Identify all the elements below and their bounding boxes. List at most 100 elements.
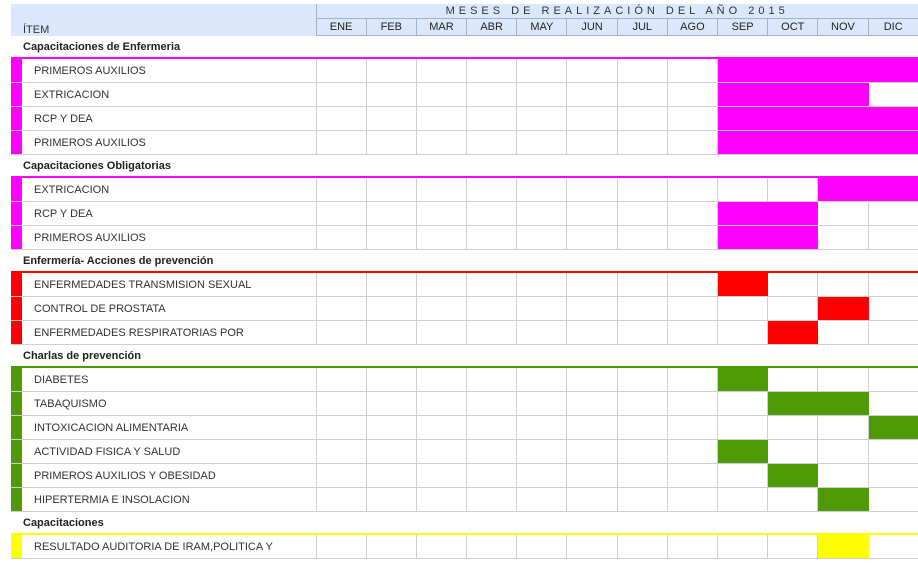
scheduled-cell-nov[interactable] [817,296,869,321]
month-cell-feb[interactable] [366,296,417,321]
month-cell-jul[interactable] [617,320,668,345]
month-cell-may[interactable] [516,177,568,202]
scheduled-cell-oct[interactable] [767,320,819,345]
month-cell-may[interactable] [516,463,568,488]
month-cell-ene[interactable] [316,201,367,226]
scheduled-cell-dic[interactable] [868,415,918,440]
month-cell-jul[interactable] [617,82,668,107]
month-cell-ago[interactable] [667,367,719,392]
month-cell-feb[interactable] [366,177,417,202]
scheduled-cell-nov[interactable] [817,391,869,416]
scheduled-cell-nov[interactable] [817,82,869,107]
month-cell-ago[interactable] [667,463,719,488]
scheduled-cell-dic[interactable] [868,58,918,83]
month-cell-ene[interactable] [316,130,367,155]
month-cell-jul[interactable] [617,272,668,297]
month-cell-oct[interactable] [767,415,819,440]
month-cell-mar[interactable] [416,106,468,131]
month-cell-ago[interactable] [667,272,719,297]
scheduled-cell-dic[interactable] [868,106,918,131]
month-cell-may[interactable] [516,320,568,345]
month-cell-oct[interactable] [767,487,819,512]
month-cell-jun[interactable] [566,106,618,131]
scheduled-cell-oct[interactable] [767,106,819,131]
month-cell-jul[interactable] [617,177,668,202]
month-cell-mar[interactable] [416,296,468,321]
month-cell-oct[interactable] [767,272,819,297]
month-cell-oct[interactable] [767,439,819,464]
month-cell-jul[interactable] [617,130,668,155]
month-cell-abr[interactable] [466,130,518,155]
month-cell-ago[interactable] [667,201,719,226]
month-cell-nov[interactable] [817,463,869,488]
month-cell-dic[interactable] [868,201,918,226]
month-cell-ago[interactable] [667,487,719,512]
month-cell-jun[interactable] [566,320,618,345]
month-cell-jul[interactable] [617,106,668,131]
month-cell-ene[interactable] [316,463,367,488]
month-cell-jun[interactable] [566,439,618,464]
month-cell-mar[interactable] [416,58,468,83]
month-cell-ago[interactable] [667,225,719,250]
month-cell-abr[interactable] [466,58,518,83]
month-cell-oct[interactable] [767,367,819,392]
month-cell-ago[interactable] [667,82,719,107]
month-cell-nov[interactable] [817,439,869,464]
month-cell-jun[interactable] [566,391,618,416]
month-cell-oct[interactable] [767,534,819,559]
month-cell-mar[interactable] [416,463,468,488]
month-cell-jun[interactable] [566,296,618,321]
month-cell-abr[interactable] [466,320,518,345]
month-cell-may[interactable] [516,296,568,321]
month-cell-jul[interactable] [617,201,668,226]
scheduled-cell-sep[interactable] [717,367,769,392]
month-cell-ago[interactable] [667,415,719,440]
month-cell-jul[interactable] [617,391,668,416]
month-cell-ene[interactable] [316,177,367,202]
month-cell-feb[interactable] [366,106,417,131]
month-cell-jun[interactable] [566,177,618,202]
month-cell-dic[interactable] [868,272,918,297]
month-cell-mar[interactable] [416,391,468,416]
month-cell-nov[interactable] [817,272,869,297]
month-cell-nov[interactable] [817,320,869,345]
month-cell-mar[interactable] [416,130,468,155]
month-cell-dic[interactable] [868,225,918,250]
month-cell-ene[interactable] [316,58,367,83]
scheduled-cell-dic[interactable] [868,130,918,155]
month-cell-mar[interactable] [416,415,468,440]
month-cell-sep[interactable] [717,391,769,416]
scheduled-cell-oct[interactable] [767,201,819,226]
month-cell-ene[interactable] [316,415,367,440]
month-cell-feb[interactable] [366,58,417,83]
month-cell-ene[interactable] [316,391,367,416]
month-cell-ene[interactable] [316,225,367,250]
month-cell-feb[interactable] [366,320,417,345]
month-cell-sep[interactable] [717,296,769,321]
month-cell-abr[interactable] [466,463,518,488]
month-cell-may[interactable] [516,487,568,512]
month-cell-feb[interactable] [366,225,417,250]
month-cell-ago[interactable] [667,391,719,416]
month-cell-feb[interactable] [366,534,417,559]
scheduled-cell-sep[interactable] [717,130,769,155]
month-cell-ago[interactable] [667,296,719,321]
month-cell-ene[interactable] [316,487,367,512]
month-cell-ene[interactable] [316,82,367,107]
month-cell-ene[interactable] [316,106,367,131]
month-cell-jun[interactable] [566,130,618,155]
month-cell-oct[interactable] [767,177,819,202]
month-cell-ene[interactable] [316,534,367,559]
month-cell-dic[interactable] [868,534,918,559]
month-cell-feb[interactable] [366,272,417,297]
month-cell-may[interactable] [516,367,568,392]
month-cell-jun[interactable] [566,487,618,512]
month-cell-ago[interactable] [667,534,719,559]
month-cell-nov[interactable] [817,225,869,250]
month-cell-sep[interactable] [717,415,769,440]
month-cell-abr[interactable] [466,201,518,226]
month-cell-jun[interactable] [566,463,618,488]
scheduled-cell-nov[interactable] [817,177,869,202]
month-cell-ago[interactable] [667,58,719,83]
month-cell-nov[interactable] [817,415,869,440]
